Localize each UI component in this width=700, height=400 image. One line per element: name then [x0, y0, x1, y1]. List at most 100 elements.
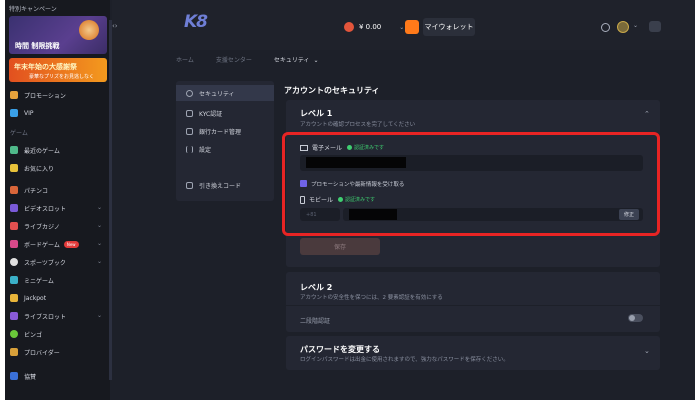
divider — [286, 305, 660, 306]
breadcrumb-security-label: セキュリティ — [273, 56, 310, 64]
sidebar-item-label: ボードゲーム — [24, 241, 60, 249]
sliders-icon — [186, 145, 193, 153]
breadcrumb-security[interactable]: セキュリティ ⌄ — [274, 55, 319, 64]
bingo-icon — [10, 330, 18, 338]
level2-card — [286, 272, 660, 332]
sidebar-item-mini-games[interactable]: ミニゲーム — [5, 272, 110, 288]
level2-title: レベル 2 — [300, 283, 333, 292]
sidebar-item-label: VIP — [24, 109, 34, 117]
sidebar-item-pachinko[interactable]: パチンコ — [5, 182, 110, 198]
chat-icon[interactable] — [649, 21, 661, 32]
id-card-icon — [186, 109, 193, 117]
tab-settings[interactable]: 設定 — [176, 141, 274, 157]
sidebar-item-promotions[interactable]: プロモーション — [5, 87, 110, 103]
chevron-down-icon: ⌄ — [96, 240, 102, 247]
site-logo[interactable]: K8 — [184, 12, 208, 32]
my-wallet-button[interactable]: マイウォレット — [423, 18, 475, 36]
live-slot-icon — [10, 312, 18, 320]
toggle-knob — [629, 315, 635, 321]
promo-banner-newyear-title: 年末年始の大感謝祭 — [14, 63, 77, 71]
mini-game-icon — [10, 276, 18, 284]
diamond-icon — [10, 109, 18, 117]
page-title: アカウントのセキュリティ — [284, 86, 380, 95]
sidebar-item-live-slots[interactable]: ライブスロット ⌄ — [5, 308, 110, 324]
promo-banner-newyear-sub: 豪華なプリズをお見逃しなく — [29, 74, 95, 80]
sidebar-item-label: プロバイダー — [24, 349, 60, 357]
search-icon[interactable] — [601, 23, 610, 32]
chevron-down-icon: ⌄ — [96, 312, 102, 319]
sidebar-item-label: ビデオスロット — [24, 205, 67, 213]
save-button[interactable]: 保存 — [300, 238, 380, 255]
breadcrumb-support-center[interactable]: 支援センター — [216, 55, 252, 64]
balance-display[interactable]: ¥ 0.00 ⌄ — [344, 20, 404, 34]
sponsor-icon — [10, 372, 18, 380]
chevron-down-icon[interactable]: ⌄ — [644, 347, 650, 355]
sidebar-item-label: プロモーション — [24, 92, 66, 100]
sidebar-item-label: ライブカジノ — [24, 223, 60, 231]
sidebar-scrollbar[interactable] — [109, 20, 112, 380]
chevron-down-icon: ⌄ — [313, 56, 319, 64]
chevron-down-icon: ⌄ — [399, 23, 405, 31]
two-factor-label: 二段階認証 — [300, 318, 331, 325]
chevron-down-icon[interactable]: ⌄ — [633, 22, 638, 29]
breadcrumb-home[interactable]: ホーム — [176, 55, 194, 64]
sidebar-item-recent[interactable]: 最近のゲーム — [5, 142, 110, 158]
sidebar-item-favorites[interactable]: お気に入り — [5, 160, 110, 176]
crown-icon — [10, 294, 18, 302]
frame-edge-right — [695, 0, 700, 400]
slot-icon — [10, 204, 18, 212]
sidebar-item-vip[interactable]: VIP — [5, 105, 110, 121]
level2-desc: アカウントの安全性を保つには、2 要素認証を有効にする — [300, 295, 443, 301]
chevron-down-icon: ⌄ — [96, 222, 102, 229]
sidebar-item-label: お気に入り — [24, 165, 55, 173]
two-factor-toggle[interactable] — [628, 314, 643, 322]
promo-tag: 特別キャンペーン — [9, 6, 57, 13]
shield-icon — [186, 89, 193, 97]
sidebar-item-providers[interactable]: プロバイダー — [5, 344, 110, 360]
level1-title: レベル 1 — [300, 109, 333, 118]
sidebar-item-sponsor[interactable]: 協賛 — [5, 368, 110, 384]
tab-redeem-code[interactable]: 引き換えコード — [176, 177, 274, 193]
avatar[interactable] — [617, 21, 629, 33]
sidebar-item-label: 協賛 — [24, 373, 37, 381]
sidebar-item-label: スポーツブック — [24, 259, 66, 267]
sidebar-item-board-games[interactable]: ボードゲーム New ⌄ — [5, 236, 110, 252]
chevron-up-icon[interactable]: ⌃ — [644, 110, 650, 118]
settings-tabs: セキュリティ KYC認証 銀行カード管理 設定 引き換えコード — [176, 81, 274, 201]
deposit-icon-button[interactable] — [405, 20, 419, 34]
sidebar-item-label: パチンコ — [24, 187, 49, 195]
sidebar-item-video-slots[interactable]: ビデオスロット ⌄ — [5, 200, 110, 216]
currency-coin-icon — [344, 22, 354, 32]
balance-amount: ¥ 0.00 — [359, 23, 382, 31]
sidebar-item-label: ビンゴ — [24, 331, 43, 339]
tab-label: 引き換えコード — [199, 182, 242, 190]
top-header: ‹› K8 ¥ 0.00 ⌄ マイウォレット ⌄ — [112, 0, 695, 50]
pachinko-icon — [10, 186, 18, 194]
sidebar-item-label: Jackpot — [24, 294, 47, 302]
sidebar-item-live-casino[interactable]: ライブカジノ ⌄ — [5, 218, 110, 234]
app-root: 特別キャンペーン 時間 制限挑戦 年末年始の大感謝祭 豪華なプリズをお見逃しなく… — [0, 0, 700, 400]
promo-banner-title: 時間 制限挑戦 — [15, 42, 60, 50]
sidebar-section-game: ゲーム — [10, 130, 28, 137]
level1-desc: アカウントの確認プロセスを完了してください — [300, 122, 416, 128]
sidebar-item-jackpot[interactable]: Jackpot — [5, 290, 110, 306]
tab-label: セキュリティ — [199, 90, 235, 98]
tab-bank-cards[interactable]: 銀行カード管理 — [176, 123, 274, 139]
sidebar-item-label: ミニゲーム — [24, 277, 54, 285]
star-icon — [10, 164, 18, 172]
tab-security[interactable]: セキュリティ — [176, 85, 274, 101]
change-password-title: パスワードを変更する — [300, 345, 380, 354]
tab-kyc[interactable]: KYC認証 — [176, 105, 274, 121]
promo-banner-challenge[interactable]: 時間 制限挑戦 — [9, 16, 107, 54]
sidebar-item-sportsbook[interactable]: スポーツブック ⌄ — [5, 254, 110, 270]
mascot-icon — [79, 20, 99, 40]
sidebar-collapse-icon[interactable]: ‹› — [112, 22, 122, 32]
new-badge: New — [63, 240, 79, 248]
tab-label: 設定 — [199, 146, 212, 154]
board-icon — [10, 240, 18, 248]
chevron-down-icon: ⌄ — [96, 258, 102, 265]
gift-icon — [10, 91, 18, 99]
promo-banner-newyear[interactable]: 年末年始の大感謝祭 豪華なプリズをお見逃しなく — [9, 58, 107, 82]
clock-icon — [10, 146, 18, 154]
sidebar-item-bingo[interactable]: ビンゴ — [5, 326, 110, 342]
